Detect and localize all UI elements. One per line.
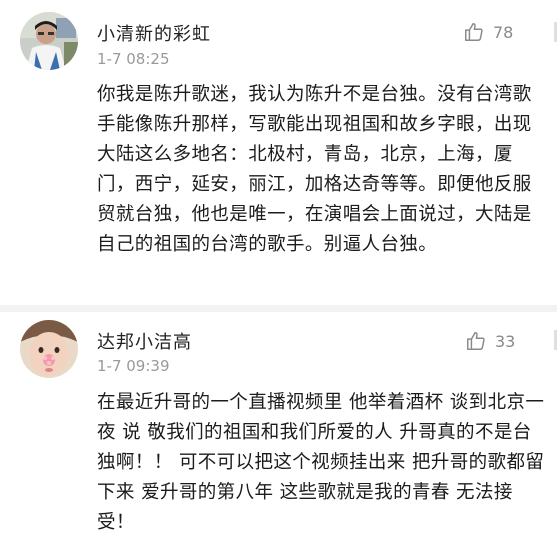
avatar[interactable] <box>20 320 78 378</box>
like-button[interactable]: 33 <box>465 330 515 352</box>
thumbs-up-icon <box>463 21 485 43</box>
thumbs-up-icon <box>465 330 487 352</box>
like-button[interactable]: 78 <box>463 21 513 43</box>
comment-item: 小清新的彩虹 1-7 08:25 78 你我是陈升歌迷，我认为陈升不是台独。没有… <box>0 0 557 305</box>
comment-text: 你我是陈升歌迷，我认为陈升不是台独。没有台湾歌手能像陈升那样，写歌能出现祖国和故… <box>97 84 532 255</box>
like-count: 78 <box>493 22 514 42</box>
comment-list: 小清新的彩虹 1-7 08:25 78 你我是陈升歌迷，我认为陈升不是台独。没有… <box>0 0 557 547</box>
username[interactable]: 小清新的彩虹 <box>97 20 211 46</box>
comment-item: 达邦小洁高 1-7 09:39 33 在最近升哥的一个直播视频里 他举着酒杯 谈… <box>0 312 557 547</box>
like-count: 33 <box>495 331 516 351</box>
avatar[interactable] <box>20 12 78 70</box>
comment-text: 在最近升哥的一个直播视频里 他举着酒杯 谈到北京一夜 说 敬我们的祖国和我们所爱… <box>97 392 545 533</box>
timestamp: 1-7 09:39 <box>97 357 170 375</box>
timestamp: 1-7 08:25 <box>97 50 170 68</box>
username[interactable]: 达邦小洁高 <box>97 328 192 354</box>
